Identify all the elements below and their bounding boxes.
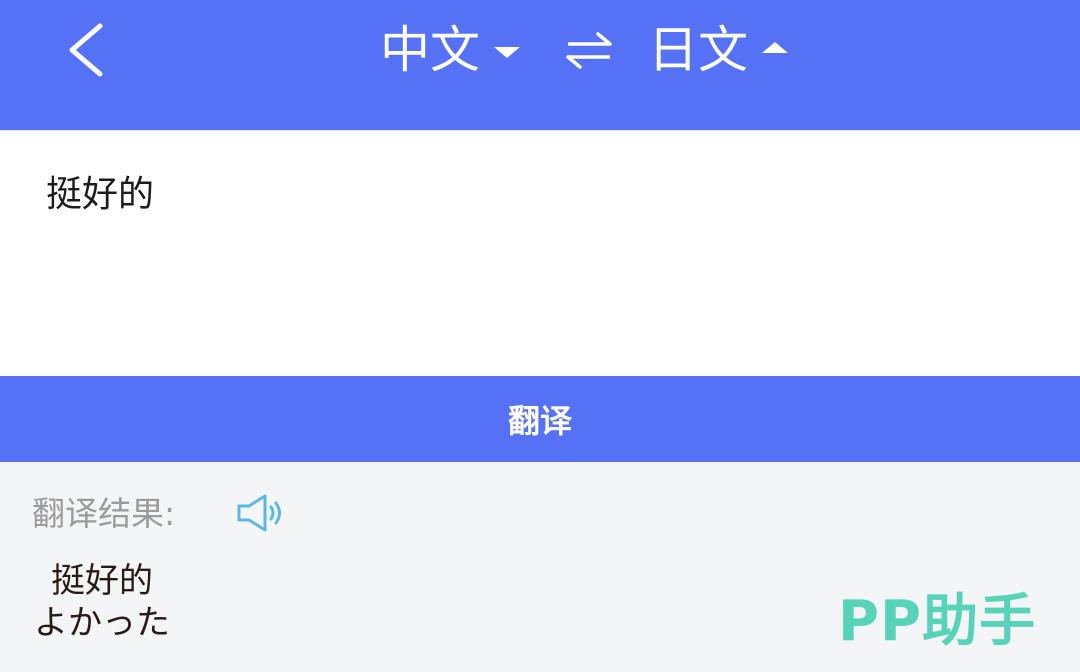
swap-languages-button[interactable] [566, 30, 612, 70]
back-button[interactable] [58, 18, 118, 82]
speaker-icon[interactable] [236, 493, 288, 533]
target-language-label: 日文 [648, 21, 748, 79]
source-language-label: 中文 [380, 21, 480, 79]
translate-button[interactable]: 翻译 [0, 376, 1080, 462]
top-bar: 中文 日文 [0, 0, 1080, 130]
source-language-selector[interactable]: 中文 [380, 18, 520, 82]
source-text: 挺好的 [46, 174, 155, 215]
triangle-up-icon [762, 41, 788, 53]
result-line: よかった [34, 603, 170, 643]
translation-result: 挺好的 よかった [34, 560, 170, 644]
swap-arrows-icon [566, 32, 612, 69]
speaker-icon-graphic [237, 494, 281, 532]
triangle-down-icon [494, 46, 520, 58]
watermark-logo: PP助手 [838, 589, 1037, 654]
source-text-input[interactable]: 挺好的 [0, 130, 1080, 376]
result-label: 翻译结果: [32, 494, 176, 533]
target-language-selector[interactable]: 日文 [648, 18, 788, 82]
result-line: 挺好的 [51, 561, 153, 601]
chevron-left-icon [69, 23, 103, 77]
